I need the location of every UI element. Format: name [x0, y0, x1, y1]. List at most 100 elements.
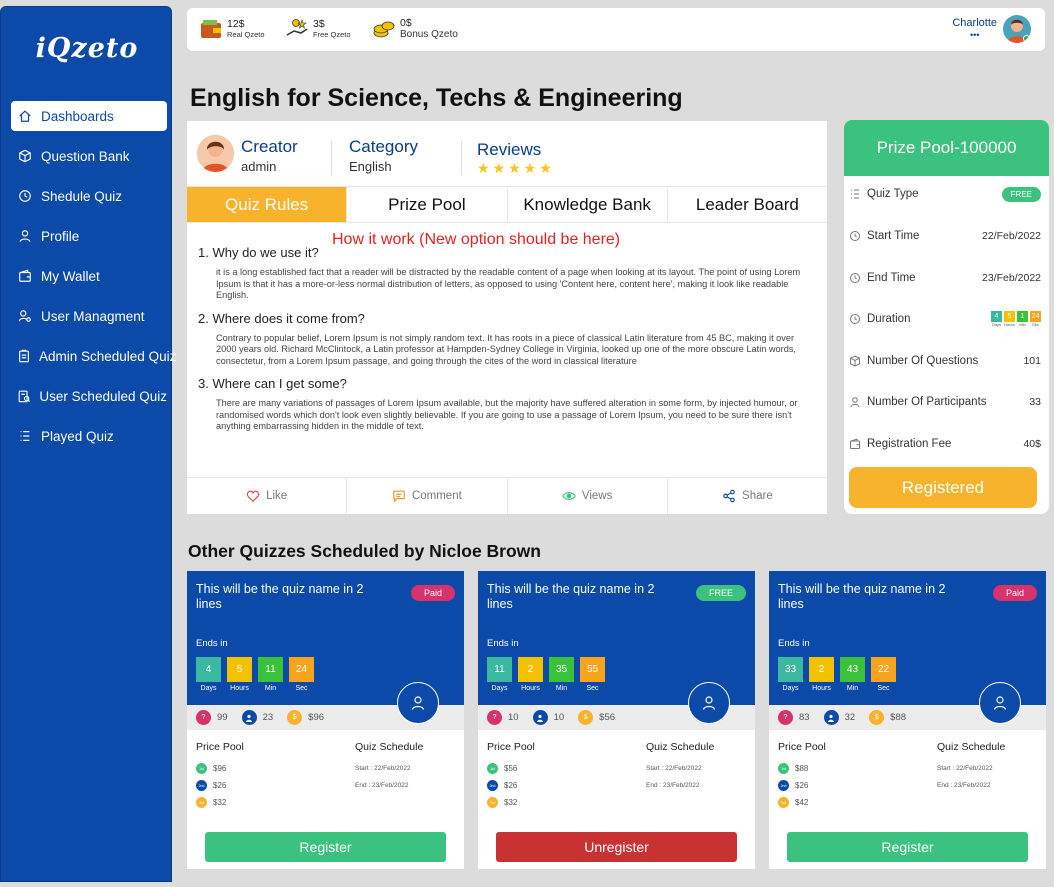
like-button[interactable]: Like: [187, 478, 348, 514]
timer-unit: Sec: [586, 685, 599, 692]
user-icon: [17, 228, 33, 244]
sidebar-item-profile[interactable]: Profile: [11, 221, 167, 251]
wallet-icon: [849, 438, 861, 450]
user-name: Charlotte: [952, 17, 997, 29]
quiz-type-badge: FREE: [1001, 186, 1041, 202]
tab-leader-board[interactable]: Leader Board: [668, 187, 827, 222]
quiz-creator-avatar[interactable]: [397, 682, 439, 724]
prize-pool-title: Prize Pool-100000: [844, 120, 1049, 176]
like-label: Like: [266, 490, 288, 502]
schedule-end: End : 23/Feb/2022: [355, 782, 409, 789]
sidebar-item-label: Dashboards: [41, 108, 114, 124]
wallet-free-qzeto[interactable]: 3$ Free Qzeto: [285, 17, 351, 41]
user-icon: [702, 696, 716, 710]
end-time-row: End Time 23/Feb/2022: [849, 268, 1041, 288]
stat-prize: $ $56: [578, 710, 615, 725]
quiz-card[interactable]: This will be the quiz name in 2 lines Pa…: [187, 571, 464, 869]
sidebar-item-user-scheduled-quiz[interactable]: User Scheduled Quiz: [11, 381, 167, 411]
price-pool-label: Price Pool: [778, 741, 826, 753]
timer-hours: 2 Hours: [518, 657, 543, 692]
timer-value: 33: [778, 657, 803, 682]
rule-answer: it is a long established fact that a rea…: [216, 267, 801, 300]
sidebar-item-my-wallet[interactable]: My Wallet: [11, 261, 167, 291]
fee-value: 40$: [1023, 438, 1041, 450]
reviews-block[interactable]: Reviews ★★★★★: [477, 140, 555, 177]
prize-item: 2nd $26: [778, 777, 808, 794]
quiz-card-name: This will be the quiz name in 2 lines: [778, 582, 946, 611]
user-menu[interactable]: Charlotte •••: [952, 15, 1031, 43]
comment-button[interactable]: Comment: [347, 478, 508, 514]
unregister-button[interactable]: Unregister: [496, 832, 737, 862]
quiz-info-row: Creator admin Category English Reviews ★…: [187, 121, 827, 186]
user-avatar[interactable]: [1003, 15, 1031, 43]
dollar-icon: $: [287, 710, 303, 725]
prize-item: 3rd $32: [196, 794, 226, 811]
price-pool-label: Price Pool: [196, 741, 244, 753]
share-button[interactable]: Share: [668, 478, 827, 514]
ends-in-label: Ends in: [778, 638, 810, 649]
sidebar-item-played-quiz[interactable]: Played Quiz: [11, 421, 167, 451]
sidebar-item-dashboards[interactable]: Dashboards: [11, 101, 167, 131]
prize-item: 1st $96: [196, 760, 226, 777]
register-button[interactable]: Register: [205, 832, 446, 862]
creator-avatar: [197, 135, 234, 172]
schedule-start: Start : 22/Feb/2022: [355, 765, 411, 772]
app-logo[interactable]: iQzeto: [1, 33, 173, 64]
start-time-value: 22/Feb/2022: [982, 230, 1041, 242]
tab-prize-pool[interactable]: Prize Pool: [347, 187, 508, 222]
quiz-tabs: Quiz Rules Prize Pool Knowledge Bank Lea…: [187, 186, 827, 223]
wallet-real-qzeto[interactable]: 12$ Real Qzeto: [199, 17, 265, 41]
cube-icon: [849, 355, 861, 367]
ends-in-label: Ends in: [487, 638, 519, 649]
quiz-card[interactable]: This will be the quiz name in 2 lines Pa…: [769, 571, 1046, 869]
stat-value: 10: [553, 712, 565, 723]
timer-value: 11: [487, 657, 512, 682]
sidebar-item-schedule-quiz[interactable]: Shedule Quiz: [11, 181, 167, 211]
participants-value: 33: [1029, 396, 1041, 408]
stat-value: $96: [308, 712, 325, 723]
timer-unit: Min: [846, 685, 859, 692]
comment-icon: [392, 489, 406, 503]
rank-badge: 1st: [487, 763, 498, 774]
stat-value: 23: [262, 712, 274, 723]
sidebar-item-question-bank[interactable]: Question Bank: [11, 141, 167, 171]
clipboard-icon: [17, 348, 31, 364]
quiz-creator-avatar[interactable]: [979, 682, 1021, 724]
register-button[interactable]: Register: [787, 832, 1028, 862]
stat-questions: ? 10: [487, 710, 519, 725]
user-icon: [993, 696, 1007, 710]
stat-value: $88: [890, 712, 907, 723]
sidebar-item-user-management[interactable]: User Managment: [11, 301, 167, 331]
sidebar-nav: Dashboards Question Bank Shedule Quiz Pr…: [11, 101, 176, 461]
sidebar-item-label: Shedule Quiz: [41, 188, 123, 204]
registered-button[interactable]: Registered: [849, 467, 1037, 508]
quiz-card[interactable]: This will be the quiz name in 2 lines FR…: [478, 571, 755, 869]
reviews-label: Reviews: [477, 140, 542, 159]
dollar-icon: $: [869, 710, 885, 725]
stat-value: 10: [508, 712, 519, 723]
fee-row: Registration Fee 40$: [849, 434, 1041, 454]
views-button[interactable]: Views: [508, 478, 668, 514]
user-menu-dots[interactable]: •••: [952, 29, 997, 41]
sidebar-item-admin-scheduled-quiz[interactable]: Admin Scheduled Quiz: [11, 341, 176, 371]
stat-questions: ? 99: [196, 710, 228, 725]
stat-prize: $ $96: [287, 710, 324, 725]
tab-quiz-rules[interactable]: Quiz Rules: [187, 187, 348, 222]
wallet-amount: 12$: [227, 18, 245, 30]
timer-sec: 24 Sec: [289, 657, 314, 692]
prize-amount: $32: [504, 798, 518, 807]
sidebar-item-label: Profile: [41, 228, 80, 244]
rank-badge: 2nd: [196, 780, 207, 791]
sidebar: iQzeto Dashboards Question Bank Shedule …: [0, 6, 176, 882]
timer-value: 55: [580, 657, 605, 682]
quiz-card-badge: Paid: [992, 585, 1037, 601]
creator-block: Creator admin: [241, 137, 298, 174]
timer-sec: 55 Sec: [580, 657, 605, 692]
quiz-rules-content: 1. Why do we use it? it is a long establ…: [198, 245, 803, 442]
quiz-creator-avatar[interactable]: [688, 682, 730, 724]
creator-label: Creator: [241, 137, 298, 156]
tab-knowledge-bank[interactable]: Knowledge Bank: [508, 187, 668, 222]
duration-timer: 4 Days 5 Hours 1 Min 24 Sec: [991, 311, 1041, 327]
countdown-timer: 4 Days 5 Hours 11 Min 24 Sec: [196, 657, 314, 692]
wallet-bonus-qzeto[interactable]: 0$ Bonus Qzeto: [372, 17, 458, 41]
